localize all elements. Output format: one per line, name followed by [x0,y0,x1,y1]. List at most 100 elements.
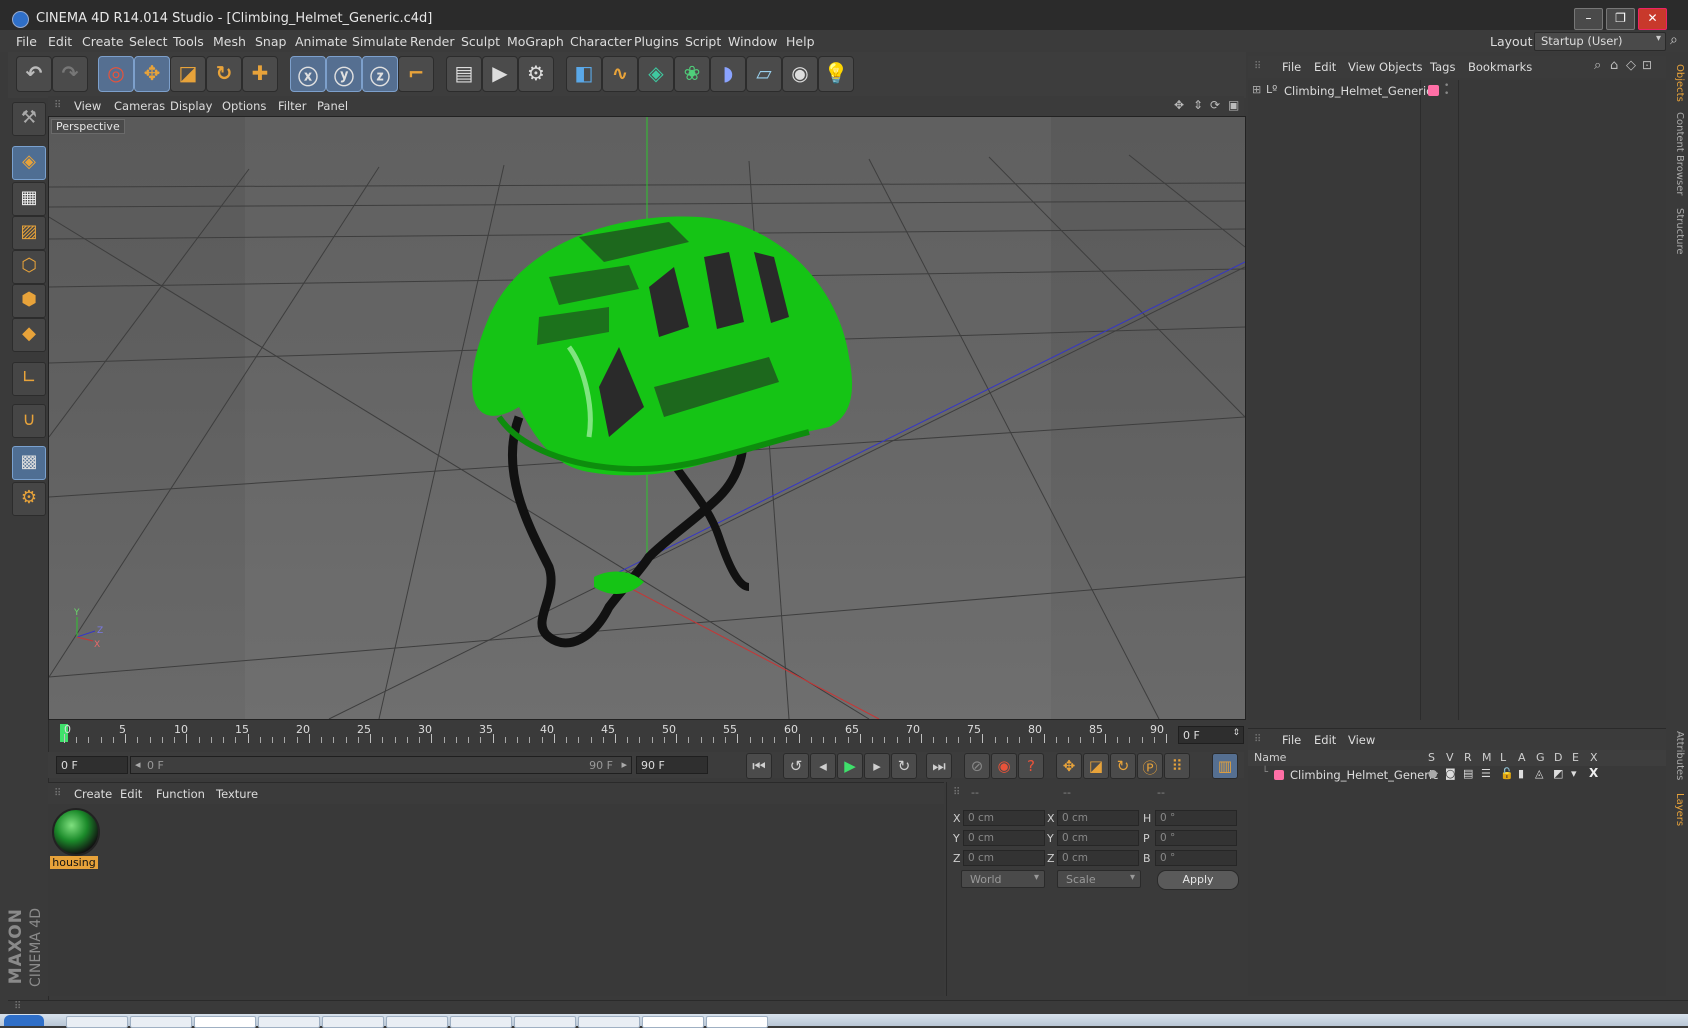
workplane-mode-button[interactable]: ▨ [12,216,46,250]
lock-icon[interactable]: 🔓 [1500,767,1514,780]
rotation-p-field[interactable]: 0 ° [1155,830,1237,846]
next-frame-button[interactable]: ▸ [864,753,890,779]
solo-dot-icon[interactable]: ● [1428,767,1438,780]
tab-structure[interactable]: Structure [1669,206,1685,256]
close-button[interactable]: ✕ [1638,8,1667,30]
rotation-h-field[interactable]: 0 ° [1155,810,1237,826]
tab-attributes[interactable]: Attributes [1669,728,1685,784]
end-frame-field[interactable]: 90 F [636,756,708,774]
tab-objects[interactable]: Objects [1669,58,1685,108]
add-light-button[interactable]: 💡 [818,56,854,92]
column-animation[interactable]: A [1518,751,1526,764]
layout-dropdown[interactable]: Startup (User) ▾ [1534,32,1666,51]
polygons-mode-button[interactable]: ◆ [12,318,46,352]
undo-button[interactable]: ↶ [16,56,52,92]
column-manager[interactable]: M [1482,751,1492,764]
add-floor-button[interactable]: ▱ [746,56,782,92]
layer-color-swatch[interactable] [1274,770,1284,780]
column-xref[interactable]: X [1590,751,1598,764]
render-icon[interactable]: ▤ [1463,767,1473,780]
manager-icon[interactable]: ☰ [1481,767,1491,780]
menu-plugins[interactable]: Plugins [634,34,679,49]
menu-mograph[interactable]: MoGraph [507,34,564,49]
previous-key-button[interactable]: ↺ [783,753,809,779]
snapping-button[interactable]: ∪ [12,404,46,438]
climbing-helmet-model[interactable] [472,216,853,648]
tab-layers[interactable]: Layers [1669,792,1685,828]
restore-button[interactable]: ❐ [1606,8,1635,30]
menu-simulate[interactable]: Simulate [352,34,407,49]
add-spline-button[interactable]: ∿ [602,56,638,92]
taskbar-item[interactable] [322,1016,384,1028]
viewport-menu-panel[interactable]: Panel [317,99,348,113]
size-x-field[interactable]: 0 cm [1057,810,1139,826]
rotate-tool[interactable]: ↻ [206,56,242,92]
render-view-button[interactable]: ▤ [446,56,482,92]
menu-render[interactable]: Render [410,34,455,49]
live-selection-tool[interactable]: ◎ [98,56,134,92]
add-camera-button[interactable]: ◉ [782,56,818,92]
home-icon[interactable]: ⌂ [1610,58,1618,73]
recent-tool[interactable]: ✚ [242,56,278,92]
object-menu-bookmarks[interactable]: Bookmarks [1468,60,1532,74]
rotation-b-field[interactable]: 0 ° [1155,850,1237,866]
record-parameter-button[interactable]: Ⓟ [1137,753,1163,779]
coordinate-system-button[interactable]: ⌐ [398,56,434,92]
taskbar-item[interactable] [450,1016,512,1028]
panel-grip-icon[interactable]: ⠿ [54,788,61,799]
record-scale-button[interactable]: ◪ [1083,753,1109,779]
position-z-field[interactable]: 0 cm [963,850,1045,866]
z-axis-lock[interactable]: ⓩ [362,56,398,92]
menu-create[interactable]: Create [82,34,124,49]
frame-range-slider[interactable]: ◂ 0 F 90 F ▸ [130,756,632,774]
taskbar-item[interactable] [194,1016,256,1028]
material-menu-texture[interactable]: Texture [216,787,258,801]
menu-mesh[interactable]: Mesh [213,34,246,49]
object-menu-file[interactable]: File [1282,60,1301,74]
model-mode-button[interactable]: ◈ [12,146,46,180]
viewport-menu-filter[interactable]: Filter [278,99,306,113]
back-icon[interactable]: ◇ [1626,58,1636,73]
column-deformers[interactable]: D [1554,751,1562,764]
go-to-start-button[interactable]: ⏮ [746,753,772,779]
add-deformer-button[interactable]: ◗ [710,56,746,92]
make-editable-button[interactable]: ⚒ [12,102,46,136]
y-axis-lock[interactable]: ⓨ [326,56,362,92]
current-frame-field[interactable]: 0 F ⇕ [1178,726,1244,744]
record-keys-button[interactable]: ⊘ [964,753,990,779]
x-axis-lock[interactable]: ⓧ [290,56,326,92]
object-menu-view[interactable]: View [1348,60,1375,74]
workplane-lock-button[interactable]: ▩ [12,446,46,480]
add-nurbs-button[interactable]: ◈ [638,56,674,92]
layer-row[interactable]: └ Climbing_Helmet_Generic ● ◙ ▤ ☰ 🔓 ▮ ◬ … [1248,766,1666,784]
visibility-dots-icon[interactable]: • • [1444,82,1449,99]
search-icon[interactable]: ⌕ [1670,32,1678,48]
expand-icon[interactable]: ⊞ [1252,83,1261,96]
column-name[interactable]: Name [1254,751,1286,764]
size-mode-dropdown[interactable]: Scale ▾ [1057,870,1141,888]
go-to-end-button[interactable]: ⏭ [926,753,952,779]
next-key-button[interactable]: ↻ [891,753,917,779]
add-array-button[interactable]: ❀ [674,56,710,92]
object-menu-tags[interactable]: Tags [1430,60,1455,74]
panel-grip-icon[interactable]: ⠿ [1254,734,1261,745]
eye-icon[interactable]: ◙ [1445,767,1456,780]
timeline-button[interactable]: ▥ [1212,753,1238,779]
layer-menu-edit[interactable]: Edit [1314,733,1336,747]
menu-window[interactable]: Window [728,34,777,49]
taskbar-item[interactable] [386,1016,448,1028]
taskbar-item[interactable] [642,1016,704,1028]
solo-button[interactable]: ⚙ [12,482,46,516]
autokey-button[interactable]: ◉ [991,753,1017,779]
render-to-picture-viewer-button[interactable]: ▶ [482,56,518,92]
menu-script[interactable]: Script [685,34,721,49]
generator-icon[interactable]: ◬ [1535,767,1543,780]
previous-frame-button[interactable]: ◂ [810,753,836,779]
maximize-view-icon[interactable]: ▣ [1228,98,1239,112]
column-render[interactable]: R [1464,751,1472,764]
material-menu-function[interactable]: Function [156,787,205,801]
viewport-menu-options[interactable]: Options [222,99,266,113]
timeline-ruler[interactable]: 0 5 10 15 20 25 30 35 40 45 50 55 60 65 … [56,720,1176,748]
points-mode-button[interactable]: ⬡ [12,250,46,284]
taskbar-item[interactable] [578,1016,640,1028]
